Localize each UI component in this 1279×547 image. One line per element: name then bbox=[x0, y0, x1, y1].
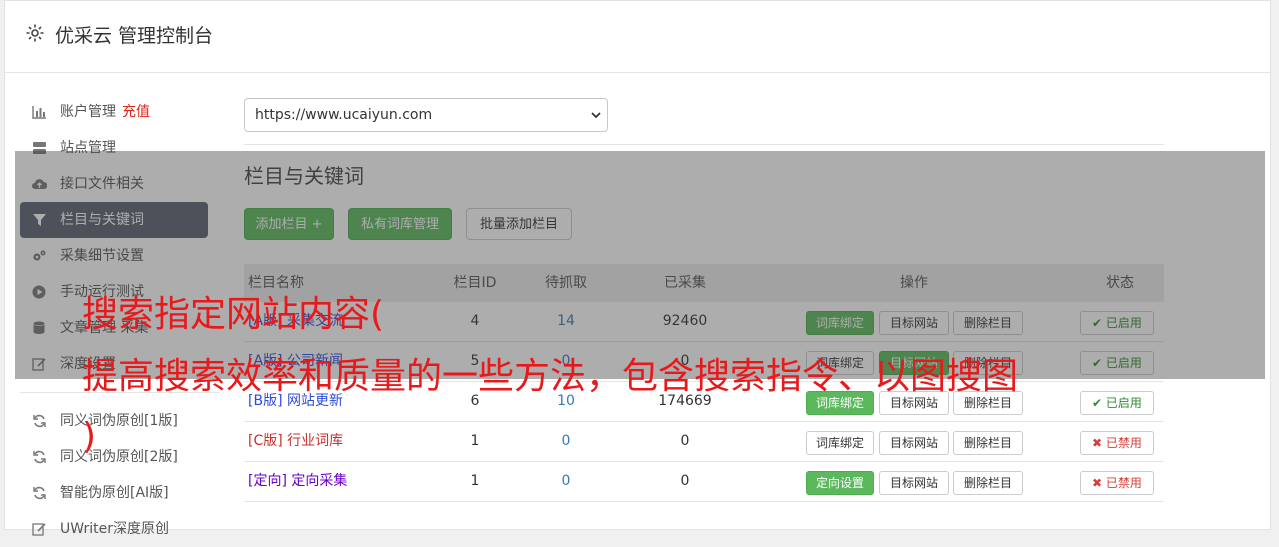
chevron-down-icon bbox=[591, 112, 601, 119]
refresh-icon bbox=[33, 450, 46, 464]
refresh-icon bbox=[33, 486, 46, 500]
status-toggle[interactable]: ✖ 已禁用 bbox=[1080, 431, 1154, 455]
done-count: 0 bbox=[680, 473, 690, 489]
refresh-icon bbox=[33, 414, 46, 428]
delete-column-button[interactable]: 删除栏目 bbox=[953, 471, 1023, 495]
table-row: [定向] 定向采集 1 0 0 定向设置 目标网站 删除栏目 ✖ 已禁用 bbox=[244, 462, 1164, 502]
overlay-headline-line3: ) bbox=[82, 416, 97, 457]
target-site-button[interactable]: 目标网站 bbox=[879, 431, 949, 455]
recharge-link[interactable]: 充值 bbox=[122, 104, 150, 120]
target-site-button[interactable]: 目标网站 bbox=[879, 471, 949, 495]
status-toggle[interactable]: ✖ 已禁用 bbox=[1080, 471, 1154, 495]
site-select-value: https://www.ucaiyun.com bbox=[255, 107, 433, 123]
page-header: 优采云 管理控制台 bbox=[5, 1, 1270, 73]
status-toggle[interactable]: ✔ 已启用 bbox=[1080, 391, 1154, 415]
dim-overlay bbox=[15, 151, 1265, 379]
column-name[interactable]: [C版] 行业词库 bbox=[248, 422, 343, 460]
sidebar-item-label: 同义词伪原创[2版] bbox=[60, 449, 178, 465]
todo-count[interactable]: 0 bbox=[526, 462, 606, 500]
divider bbox=[244, 144, 1164, 145]
page-title: 优采云 管理控制台 bbox=[55, 25, 214, 47]
table-row: [C版] 行业词库 1 0 0 词库绑定 目标网站 删除栏目 ✖ 已禁用 bbox=[244, 422, 1164, 462]
gear-icon bbox=[26, 24, 44, 42]
column-id: 1 bbox=[470, 473, 480, 489]
done-count: 0 bbox=[680, 433, 690, 449]
sidebar-item-account[interactable]: 账户管理 充值 bbox=[20, 94, 208, 130]
bar-chart-icon bbox=[32, 106, 46, 119]
overlay-headline-line2: 提高搜索效率和质量的一些方法，包含搜索指令、以图搜图 bbox=[82, 356, 1019, 397]
overlay-headline-line1: 搜索指定网站内容( bbox=[82, 294, 385, 335]
edit-icon bbox=[32, 523, 46, 536]
bind-lexicon-button[interactable]: 词库绑定 bbox=[806, 431, 874, 455]
column-name[interactable]: [定向] 定向采集 bbox=[248, 462, 347, 500]
site-select[interactable]: https://www.ucaiyun.com bbox=[244, 98, 608, 132]
sidebar-item-label: 账户管理 bbox=[60, 104, 116, 120]
sidebar-item-synonym-v1[interactable]: 同义词伪原创[1版] bbox=[20, 403, 208, 439]
sidebar-item-label: 同义词伪原创[1版] bbox=[60, 413, 178, 429]
sidebar-item-label: UWriter深度原创 bbox=[60, 521, 169, 537]
sidebar-item-label: 智能伪原创[AI版] bbox=[60, 485, 169, 501]
delete-column-button[interactable]: 删除栏目 bbox=[953, 431, 1023, 455]
sidebar-item-ai-rewrite[interactable]: 智能伪原创[AI版] bbox=[20, 475, 208, 511]
directed-settings-button[interactable]: 定向设置 bbox=[806, 471, 874, 495]
todo-count[interactable]: 0 bbox=[526, 422, 606, 460]
column-id: 1 bbox=[470, 433, 480, 449]
sidebar-item-synonym-v2[interactable]: 同义词伪原创[2版] bbox=[20, 439, 208, 475]
sidebar-item-uwriter[interactable]: UWriter深度原创 bbox=[20, 511, 208, 547]
